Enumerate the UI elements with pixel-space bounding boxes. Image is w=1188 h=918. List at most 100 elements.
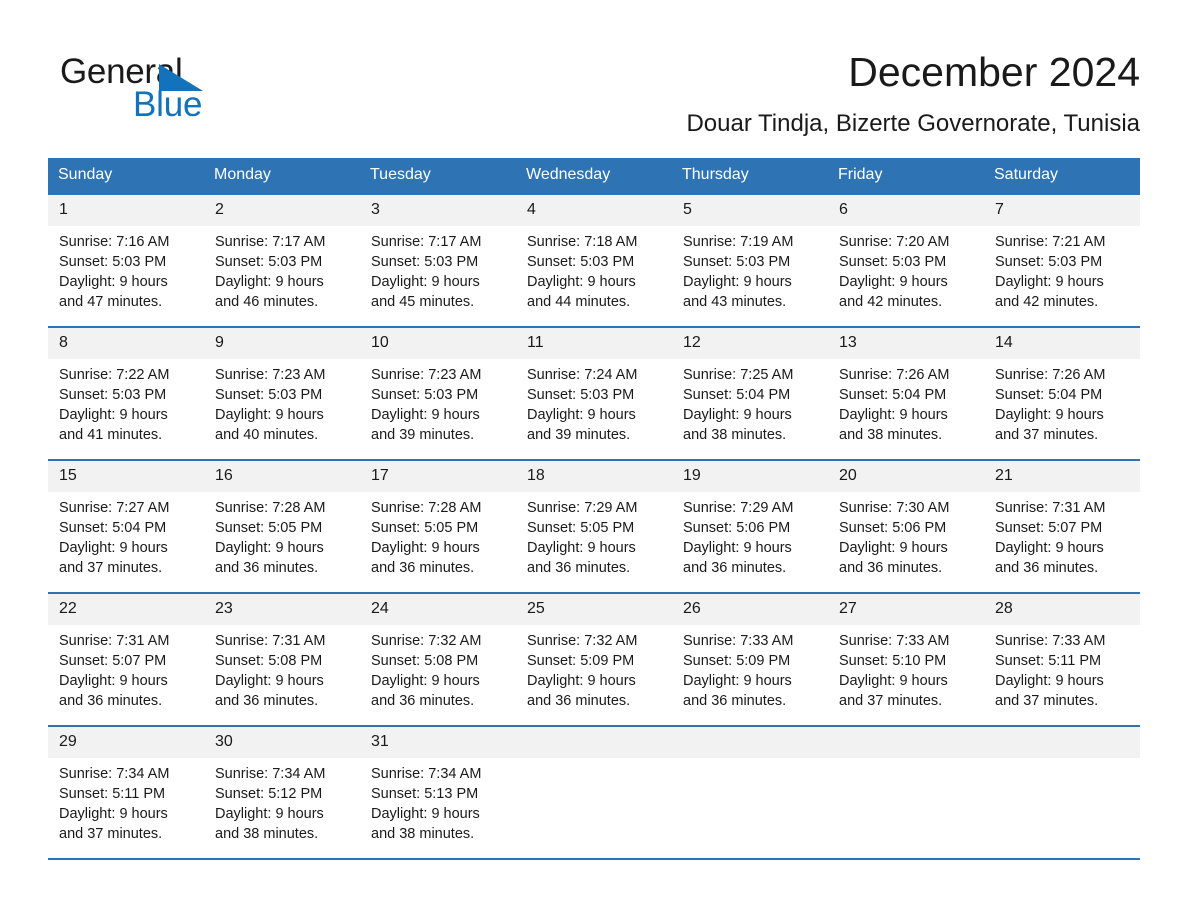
day-cell[interactable]: 2 Sunrise: 7:17 AM Sunset: 5:03 PM Daylight… [204,193,360,327]
day-cell-empty [672,725,828,860]
day-cell[interactable]: 16 Sunrise: 7:28 AM Sunset: 5:05 PM Dayligh… [204,459,360,593]
day-details: Sunrise: 7:23 AM Sunset: 5:03 PM Daylight:… [204,359,360,445]
day-cell[interactable]: 8 Sunrise: 7:22 AM Sunset: 5:03 PM Daylight… [48,326,204,460]
day-details: Sunrise: 7:29 AM Sunset: 5:06 PM Daylight:… [672,492,828,578]
sunrise-text: Sunrise: 7:33 AM [839,633,950,649]
daylight-text-line2: and 36 minutes. [995,560,1099,576]
day-cell[interactable]: 4 Sunrise: 7:18 AM Sunset: 5:03 PM Daylight… [516,193,672,327]
sunrise-text: Sunrise: 7:27 AM [59,500,170,516]
day-cell[interactable]: 24 Sunrise: 7:32 AM Sunset: 5:08 PM Dayligh… [360,592,516,726]
sunrise-text: Sunrise: 7:20 AM [839,234,950,250]
day-cell[interactable]: 9 Sunrise: 7:23 AM Sunset: 5:03 PM Daylight… [204,326,360,460]
sunset-text: Sunset: 5:09 PM [683,653,791,669]
day-cell[interactable]: 29 Sunrise: 7:34 AM Sunset: 5:11 PM Dayligh… [48,725,204,860]
day-cell[interactable]: 22 Sunrise: 7:31 AM Sunset: 5:07 PM Dayligh… [48,592,204,726]
sunrise-text: Sunrise: 7:31 AM [59,633,170,649]
day-details: Sunrise: 7:22 AM Sunset: 5:03 PM Daylight:… [48,359,204,445]
day-cell[interactable]: 13 Sunrise: 7:26 AM Sunset: 5:04 PM Dayligh… [828,326,984,460]
day-number: 1 [48,195,204,226]
day-cell[interactable]: 1 Sunrise: 7:16 AM Sunset: 5:03 PM Daylight… [48,193,204,327]
daylight-text-line1: Daylight: 9 hours [527,673,636,689]
day-cell[interactable]: 17 Sunrise: 7:28 AM Sunset: 5:05 PM Dayligh… [360,459,516,593]
calendar-week-row: 1 Sunrise: 7:16 AM Sunset: 5:03 PM Daylight… [48,193,1140,327]
day-number: 6 [828,195,984,226]
day-details: Sunrise: 7:17 AM Sunset: 5:03 PM Daylight:… [360,226,516,312]
sunrise-text: Sunrise: 7:31 AM [995,500,1106,516]
sunrise-text: Sunrise: 7:22 AM [59,367,170,383]
day-cell[interactable]: 23 Sunrise: 7:31 AM Sunset: 5:08 PM Dayligh… [204,592,360,726]
day-details: Sunrise: 7:19 AM Sunset: 5:03 PM Daylight:… [672,226,828,312]
daylight-text-line2: and 38 minutes. [839,427,943,443]
daylight-text-line2: and 37 minutes. [839,693,943,709]
sunrise-text: Sunrise: 7:21 AM [995,234,1106,250]
sunset-text: Sunset: 5:04 PM [683,387,791,403]
day-cell[interactable]: 11 Sunrise: 7:24 AM Sunset: 5:03 PM Dayligh… [516,326,672,460]
day-details: Sunrise: 7:33 AM Sunset: 5:11 PM Daylight:… [984,625,1140,711]
day-number: 3 [360,195,516,226]
day-details: Sunrise: 7:27 AM Sunset: 5:04 PM Daylight:… [48,492,204,578]
sunset-text: Sunset: 5:04 PM [995,387,1103,403]
day-number: 20 [828,461,984,492]
day-details: Sunrise: 7:25 AM Sunset: 5:04 PM Daylight:… [672,359,828,445]
day-number: 25 [516,594,672,625]
day-cell-empty [516,725,672,860]
general-blue-logo: General Blue [60,52,260,128]
day-cell[interactable]: 30 Sunrise: 7:34 AM Sunset: 5:12 PM Dayligh… [204,725,360,860]
day-cell[interactable]: 18 Sunrise: 7:29 AM Sunset: 5:05 PM Dayligh… [516,459,672,593]
sunrise-text: Sunrise: 7:17 AM [371,234,482,250]
sunrise-text: Sunrise: 7:30 AM [839,500,950,516]
sunrise-text: Sunrise: 7:28 AM [215,500,326,516]
day-cell[interactable]: 19 Sunrise: 7:29 AM Sunset: 5:06 PM Dayligh… [672,459,828,593]
day-number: 22 [48,594,204,625]
daylight-text-line1: Daylight: 9 hours [215,673,324,689]
sunset-text: Sunset: 5:03 PM [527,387,635,403]
day-cell-empty [984,725,1140,860]
daylight-text-line2: and 38 minutes. [215,826,319,842]
day-cell[interactable]: 21 Sunrise: 7:31 AM Sunset: 5:07 PM Dayligh… [984,459,1140,593]
sunrise-text: Sunrise: 7:32 AM [371,633,482,649]
day-cell[interactable]: 10 Sunrise: 7:23 AM Sunset: 5:03 PM Dayligh… [360,326,516,460]
day-cell[interactable]: 7 Sunrise: 7:21 AM Sunset: 5:03 PM Daylight… [984,193,1140,327]
day-number: 31 [360,727,516,758]
day-cell[interactable]: 26 Sunrise: 7:33 AM Sunset: 5:09 PM Dayligh… [672,592,828,726]
day-details: Sunrise: 7:31 AM Sunset: 5:07 PM Daylight:… [984,492,1140,578]
daylight-text-line1: Daylight: 9 hours [839,540,948,556]
daylight-text-line1: Daylight: 9 hours [59,274,168,290]
day-number: 18 [516,461,672,492]
day-cell[interactable]: 15 Sunrise: 7:27 AM Sunset: 5:04 PM Dayligh… [48,459,204,593]
sunset-text: Sunset: 5:11 PM [59,786,166,802]
day-cell[interactable]: 3 Sunrise: 7:17 AM Sunset: 5:03 PM Daylight… [360,193,516,327]
sunset-text: Sunset: 5:03 PM [683,254,791,270]
sunset-text: Sunset: 5:06 PM [683,520,791,536]
sunrise-text: Sunrise: 7:17 AM [215,234,326,250]
sunset-text: Sunset: 5:03 PM [59,387,167,403]
day-number [828,727,984,758]
day-cell[interactable]: 12 Sunrise: 7:25 AM Sunset: 5:04 PM Dayligh… [672,326,828,460]
sunset-text: Sunset: 5:03 PM [371,387,479,403]
day-cell[interactable]: 5 Sunrise: 7:19 AM Sunset: 5:03 PM Daylight… [672,193,828,327]
daylight-text-line1: Daylight: 9 hours [371,407,480,423]
sunset-text: Sunset: 5:05 PM [215,520,323,536]
day-details: Sunrise: 7:32 AM Sunset: 5:09 PM Daylight:… [516,625,672,711]
day-number: 14 [984,328,1140,359]
day-cell[interactable]: 14 Sunrise: 7:26 AM Sunset: 5:04 PM Dayligh… [984,326,1140,460]
day-details: Sunrise: 7:33 AM Sunset: 5:09 PM Daylight:… [672,625,828,711]
day-number: 27 [828,594,984,625]
day-cell[interactable]: 31 Sunrise: 7:34 AM Sunset: 5:13 PM Dayligh… [360,725,516,860]
weekday-header-friday: Friday [828,158,984,194]
sunrise-text: Sunrise: 7:34 AM [371,766,482,782]
day-cell[interactable]: 27 Sunrise: 7:33 AM Sunset: 5:10 PM Dayligh… [828,592,984,726]
daylight-text-line1: Daylight: 9 hours [371,274,480,290]
sunrise-text: Sunrise: 7:26 AM [995,367,1106,383]
day-cell[interactable]: 28 Sunrise: 7:33 AM Sunset: 5:11 PM Dayligh… [984,592,1140,726]
sunset-text: Sunset: 5:03 PM [215,387,323,403]
daylight-text-line2: and 37 minutes. [59,560,163,576]
sunset-text: Sunset: 5:12 PM [215,786,323,802]
day-details: Sunrise: 7:28 AM Sunset: 5:05 PM Daylight:… [204,492,360,578]
day-cell[interactable]: 20 Sunrise: 7:30 AM Sunset: 5:06 PM Dayligh… [828,459,984,593]
day-cell[interactable]: 6 Sunrise: 7:20 AM Sunset: 5:03 PM Daylight… [828,193,984,327]
daylight-text-line2: and 36 minutes. [527,560,631,576]
day-number [672,727,828,758]
daylight-text-line2: and 39 minutes. [371,427,475,443]
day-cell[interactable]: 25 Sunrise: 7:32 AM Sunset: 5:09 PM Dayligh… [516,592,672,726]
